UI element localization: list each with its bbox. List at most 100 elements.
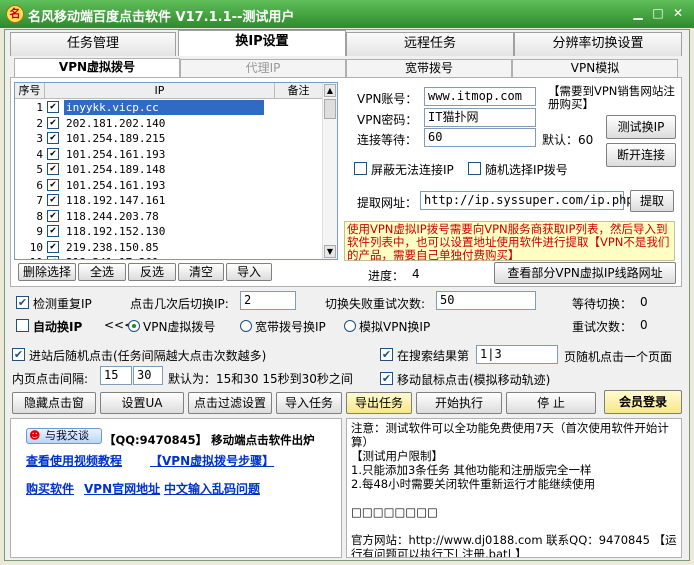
row-ip: 101.254.161.193 <box>66 178 166 192</box>
col-header-ip[interactable]: IP <box>45 83 275 99</box>
test-switch-ip-button[interactable]: 测试换IP <box>606 115 676 139</box>
minimize-icon[interactable]: ▁ <box>630 6 646 22</box>
tab-task-management[interactable]: 任务管理 <box>10 32 176 56</box>
table-row[interactable]: 11 ✔ 218.241.17.201 <box>15 255 323 259</box>
tab-resolution[interactable]: 分辨率切换设置 <box>514 32 682 56</box>
buy-software-link[interactable]: 购买软件 <box>26 480 74 497</box>
table-row[interactable]: 6 ✔ 101.254.161.193 <box>15 178 323 194</box>
clear-button[interactable]: 清空 <box>178 263 224 281</box>
radio-vpn-label: VPN虚拟拨号 <box>143 320 216 334</box>
row-checkbox[interactable]: ✔ <box>47 225 59 237</box>
row-ip: 101.254.189.215 <box>66 132 166 145</box>
subtab-proxy-ip[interactable]: 代理IP <box>180 59 346 78</box>
row-ip: 218.241.17.201 <box>64 255 264 259</box>
row-number: 10 <box>29 240 43 254</box>
radio-vpn-dial[interactable] <box>128 320 140 332</box>
tab-ip-settings[interactable]: 换IP设置 <box>178 30 346 56</box>
hide-click-window-button[interactable]: 隐藏点击窗 <box>12 392 96 414</box>
vpn-password-label: VPN密码： <box>357 113 418 127</box>
vpn-account-input[interactable]: www.itmop.com <box>424 87 536 106</box>
delete-selected-button[interactable]: 删除选择 <box>18 263 76 281</box>
ip-table[interactable]: 序号 IP 备注 1 ✔ inyykk.vicp.cc 2 ✔ 202.181.202.1… <box>14 82 338 260</box>
start-button[interactable]: 开始执行 <box>416 392 502 414</box>
vpn-steps-link[interactable]: 【VPN虚拟拨号步骤】 <box>150 452 274 469</box>
table-row[interactable]: 10 ✔ 219.238.150.85 <box>15 240 323 256</box>
row-number: 8 <box>36 209 43 223</box>
row-checkbox[interactable]: ✔ <box>47 132 59 144</box>
scroll-up-icon[interactable]: ▲ <box>324 84 336 97</box>
notice-line: 2.每48小时需要关闭软件重新运行才能继续使用 <box>351 477 596 491</box>
row-checkbox[interactable]: ✔ <box>47 147 59 160</box>
block-ip-checkbox[interactable] <box>354 162 367 175</box>
scroll-down-icon[interactable]: ▼ <box>324 245 336 258</box>
table-row[interactable]: 2 ✔ 202.181.202.140 <box>15 116 323 132</box>
video-tutorial-link[interactable]: 查看使用视频教程 <box>26 452 122 469</box>
random-click-checkbox[interactable]: ✔ <box>12 348 25 361</box>
set-ua-button[interactable]: 设置UA <box>100 392 184 414</box>
subtab-vpn-sim[interactable]: VPN模拟 <box>512 59 678 78</box>
qq-chat-button[interactable]: ☻ 与我交谈 <box>26 428 102 444</box>
tab-remote-task[interactable]: 远程任务 <box>346 32 514 56</box>
row-ip: 101.254.189.148 <box>66 163 166 176</box>
vpn-password-input[interactable]: IT猫扑网 <box>424 108 536 127</box>
table-row[interactable]: 7 ✔ 118.192.147.161 <box>15 193 323 209</box>
vpn-official-link[interactable]: VPN官网地址 <box>84 480 160 497</box>
col-header-no[interactable]: 序号 <box>15 83 45 99</box>
subtab-broadband[interactable]: 宽带拨号 <box>346 59 512 78</box>
click-switch-input[interactable]: 2 <box>240 291 296 310</box>
row-checkbox[interactable]: ✔ <box>47 194 59 206</box>
col-header-note[interactable]: 备注 <box>275 83 323 99</box>
import-button[interactable]: 导入 <box>226 263 272 281</box>
import-task-button[interactable]: 导入任务 <box>276 392 342 414</box>
table-row[interactable]: 4 ✔ 101.254.161.193 <box>15 147 323 163</box>
row-checkbox[interactable]: ✔ <box>47 256 59 259</box>
qq-contact-text: 【QQ:9470845】 移动端点击软件出炉 <box>104 433 315 447</box>
mouse-move-checkbox[interactable]: ✔ <box>380 372 393 385</box>
row-checkbox[interactable]: ✔ <box>47 240 59 253</box>
disconnect-button[interactable]: 断开连接 <box>606 143 676 167</box>
table-row[interactable]: 8 ✔ 118.244.203.78 <box>15 209 323 225</box>
row-checkbox[interactable]: ✔ <box>47 116 59 129</box>
export-task-button[interactable]: 导出任务 <box>346 392 412 414</box>
table-row[interactable]: 9 ✔ 118.192.152.130 <box>15 224 323 240</box>
search-result-checkbox[interactable]: ✔ <box>380 348 393 361</box>
row-number: 5 <box>36 163 43 176</box>
invert-select-button[interactable]: 反选 <box>128 263 176 281</box>
table-scrollbar[interactable]: ▲ ▼ <box>322 83 337 259</box>
interval-min-input[interactable]: 15 <box>100 366 132 385</box>
row-ip: inyykk.vicp.cc <box>64 100 264 115</box>
radio-sim-vpn[interactable] <box>344 320 356 332</box>
retry-input[interactable]: 50 <box>436 291 536 310</box>
detect-repeat-checkbox[interactable]: ✔ <box>16 296 29 309</box>
wait-input[interactable]: 60 <box>424 128 536 147</box>
subtab-vpn-dial[interactable]: VPN虚拟拨号 <box>14 58 180 77</box>
select-all-button[interactable]: 全选 <box>78 263 126 281</box>
fetch-button[interactable]: 提取 <box>630 190 674 212</box>
fetch-url-input[interactable]: http://ip.syssuper.com/ip.php <box>420 191 634 210</box>
maximize-icon[interactable]: □ <box>650 6 666 22</box>
radio-broadband[interactable] <box>240 320 252 332</box>
stop-button[interactable]: 停 止 <box>506 392 596 414</box>
row-checkbox[interactable]: ✔ <box>47 101 59 113</box>
search-page-input[interactable]: 1|3 <box>476 345 558 364</box>
click-filter-button[interactable]: 点击过滤设置 <box>188 392 272 414</box>
interval-max-input[interactable]: 30 <box>133 366 163 385</box>
chinese-input-link[interactable]: 中文输入乱码问题 <box>164 480 260 497</box>
close-icon[interactable]: ✕ <box>670 6 686 22</box>
table-row[interactable]: 1 ✔ inyykk.vicp.cc <box>15 100 323 116</box>
view-vpn-lines-button[interactable]: 查看部分VPN虚拟IP线路网址 <box>494 262 676 284</box>
table-row[interactable]: 3 ✔ 101.254.189.215 <box>15 131 323 147</box>
row-checkbox[interactable]: ✔ <box>47 178 59 191</box>
scroll-thumb[interactable] <box>324 99 336 119</box>
vpn-note: 使用VPN虚拟IP拨号需要向VPN服务商获取IP列表，然后导入到软件列表中，也可… <box>344 221 675 262</box>
member-login-button[interactable]: 会员登录 <box>604 390 682 414</box>
row-ip: 101.254.161.193 <box>66 147 166 161</box>
interval-default-label: 默认为：15和30 15秒到30秒之间 <box>168 372 353 386</box>
notice-line: 1.只能添加3条任务 其他功能和注册版完全一样 <box>351 463 592 477</box>
table-row[interactable]: 5 ✔ 101.254.189.148 <box>15 162 323 178</box>
row-ip: 219.238.150.85 <box>66 240 159 254</box>
random-ip-checkbox[interactable] <box>468 162 481 175</box>
row-checkbox[interactable]: ✔ <box>47 209 59 222</box>
auto-switch-checkbox[interactable] <box>16 319 29 332</box>
row-checkbox[interactable]: ✔ <box>47 163 59 175</box>
